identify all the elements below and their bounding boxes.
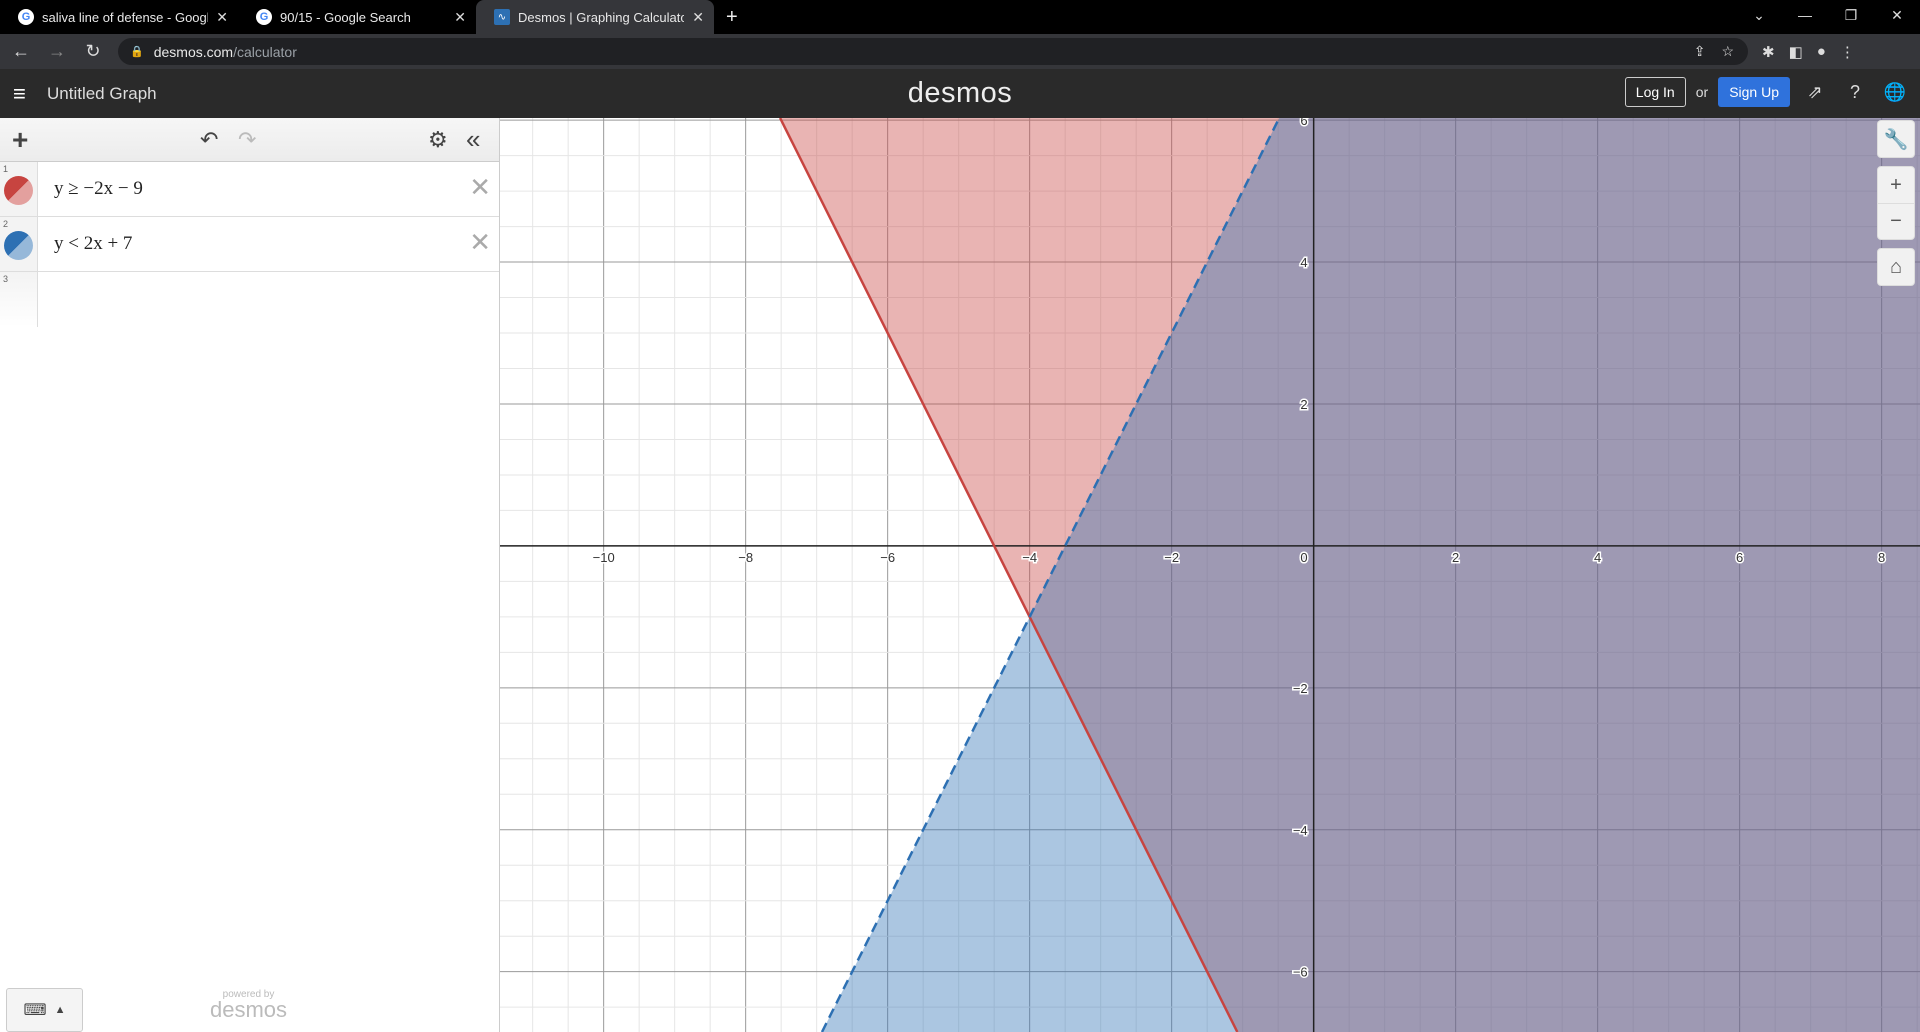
signup-button[interactable]: Sign Up [1718,77,1790,107]
close-window-button[interactable]: ✕ [1874,0,1920,30]
home-icon[interactable]: ⌂ [1878,249,1914,285]
more-icon[interactable]: ⋮ [1840,43,1855,61]
x-tick-label: −2 [1164,550,1179,565]
desmos-header: ≡ Untitled Graph desmos Log In or Sign U… [0,69,1920,118]
graph-title[interactable]: Untitled Graph [47,84,157,104]
x-tick-label: −10 [593,550,615,565]
expression-input[interactable]: y < 2x + 7 [38,217,132,271]
close-tab-icon[interactable]: ✕ [216,9,228,26]
x-tick-label: 8 [1878,550,1885,565]
delete-expression-icon[interactable]: ✕ [469,227,491,258]
powered-by-desmos[interactable]: powered by desmos [210,989,287,1021]
tab-search-icon[interactable]: ⌄ [1736,0,1782,30]
y-tick-label: −2 [1293,681,1308,696]
x-tick-label: 2 [1452,550,1459,565]
color-swatch-red[interactable] [4,176,33,205]
tab-bar: Gsaliva line of defense - Google Se✕ G90… [0,0,1920,34]
profile-icon[interactable]: ● [1817,43,1826,61]
tab-saliva-search[interactable]: Gsaliva line of defense - Google Se✕ [0,0,238,34]
collapse-list-icon[interactable]: « [466,124,480,155]
globe-icon[interactable]: 🌐 [1880,82,1910,103]
back-icon[interactable]: ← [6,41,36,62]
google-icon: G [18,9,34,25]
add-expression-button[interactable]: + [12,124,28,156]
x-tick-label: 0 [1300,550,1307,565]
new-tab-button[interactable]: + [714,0,750,34]
login-button[interactable]: Log In [1624,77,1686,107]
x-tick-label: 6 [1736,550,1743,565]
address-bar-row: ← → ↻ 🔒 desmos.com/calculator ⇪ ☆ ✱ ◧ ● ⋮ [0,34,1920,69]
tab-desmos[interactable]: ∿ Desmos | Graphing Calculator ✕ [476,0,714,34]
tab-90-15-search[interactable]: G 90/15 - Google Search ✕ [238,0,476,34]
zoom-in-button[interactable]: + [1878,167,1914,203]
wrench-icon[interactable]: 🔧 [1878,121,1914,157]
graph-canvas[interactable]: −10 −8 −6 −4 −2 0 2 4 6 8 −6 −4 −2 2 4 6 [500,118,1920,1032]
delete-expression-icon[interactable]: ✕ [469,172,491,203]
y-tick-label: 4 [1300,255,1307,270]
y-tick-label: −4 [1293,823,1308,838]
expression-row-1[interactable]: 1 y ≥ −2x − 9 ✕ [0,162,499,217]
extensions-icon[interactable]: ✱ [1762,43,1775,61]
sidepanel-icon[interactable]: ◧ [1789,43,1803,61]
minimize-button[interactable]: — [1782,0,1828,30]
x-tick-label: 4 [1594,550,1601,565]
desmos-logo: desmos [907,77,1013,109]
lock-icon: 🔒 [130,46,144,58]
expression-row-3[interactable]: 3 [0,272,499,327]
keyboard-toggle-button[interactable]: ⌨ ▲ [6,988,83,1032]
color-swatch-blue[interactable] [4,231,33,260]
y-tick-label: −6 [1293,965,1308,980]
keyboard-icon: ⌨ [23,1002,47,1019]
google-icon: G [256,9,272,25]
menu-icon[interactable]: ≡ [13,81,35,107]
expression-row-2[interactable]: 2 y < 2x + 7 ✕ [0,217,499,272]
undo-icon[interactable]: ↶ [200,127,218,153]
close-tab-icon[interactable]: ✕ [454,9,466,26]
expression-input[interactable]: y ≥ −2x − 9 [38,162,143,216]
settings-gear-icon[interactable]: ⚙ [428,127,448,153]
star-icon[interactable]: ☆ [1721,43,1734,60]
share-graph-icon[interactable]: ⇗ [1800,82,1830,103]
x-tick-label: −4 [1022,550,1037,565]
forward-icon[interactable]: → [42,41,72,62]
expression-input[interactable] [38,272,54,327]
caret-up-icon: ▲ [54,1004,66,1016]
restore-button[interactable]: ❐ [1828,0,1874,30]
x-tick-label: −6 [880,550,895,565]
y-tick-label: 6 [1300,118,1307,128]
close-tab-icon[interactable]: ✕ [692,9,704,26]
y-tick-label: 2 [1300,397,1307,412]
desmos-icon: ∿ [494,9,510,25]
reload-icon[interactable]: ↻ [78,41,108,62]
x-tick-label: −8 [738,550,753,565]
expression-toolbar: + ↶ ↷ ⚙ « [0,118,499,162]
help-icon[interactable]: ? [1840,82,1870,103]
zoom-out-button[interactable]: − [1878,203,1914,239]
expression-list: + ↶ ↷ ⚙ « 1 y ≥ −2x − 9 ✕ 2 y < 2x + 7 ✕… [0,118,500,1032]
redo-icon[interactable]: ↷ [238,127,256,153]
url-input[interactable]: 🔒 desmos.com/calculator ⇪ ☆ [118,38,1748,65]
share-icon[interactable]: ⇪ [1694,43,1706,60]
